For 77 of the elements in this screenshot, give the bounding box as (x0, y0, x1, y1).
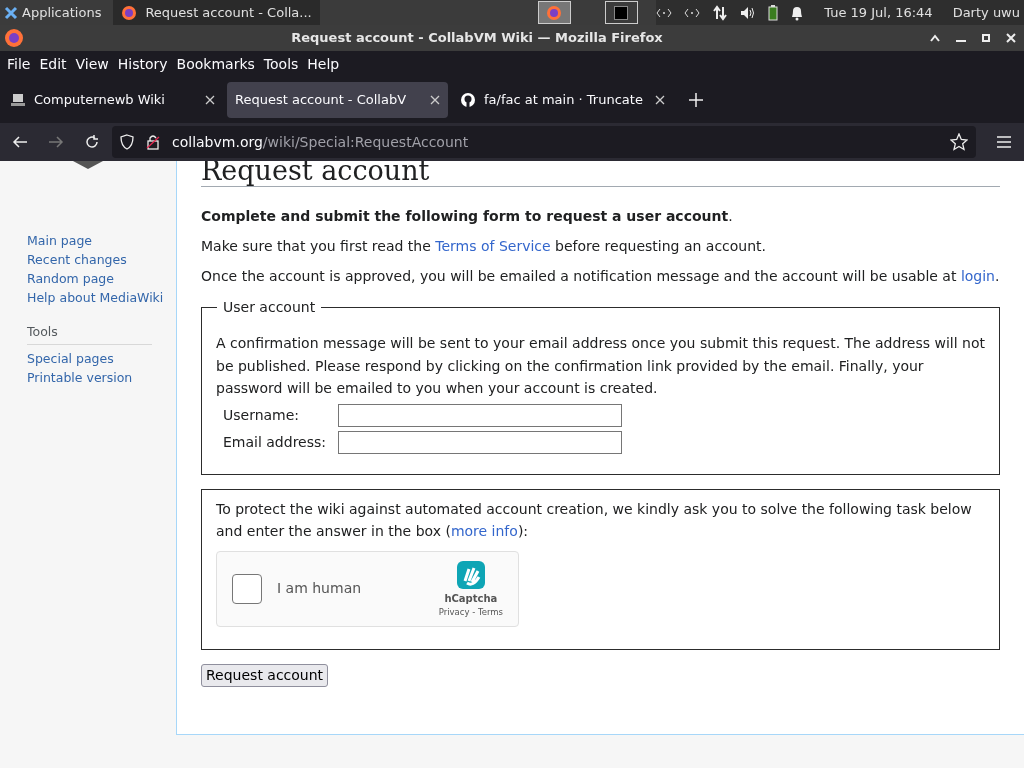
sidebar-link[interactable]: Main page (27, 233, 176, 249)
browser-tab[interactable]: fa/fac at main · Truncate (452, 82, 673, 118)
close-icon[interactable] (205, 95, 215, 105)
bell-icon[interactable] (790, 4, 805, 21)
chevron-up-icon[interactable] (930, 34, 940, 42)
login-link[interactable]: login (960, 268, 995, 284)
maximize-icon[interactable] (982, 34, 990, 42)
firefox-launcher[interactable] (537, 1, 571, 24)
paragraph-text: Make sure that you first read the Terms of Service before requesting an account. (201, 237, 768, 256)
reload-icon[interactable] (84, 134, 100, 150)
captcha-brand: hCaptcha (444, 591, 498, 606)
menu-item[interactable]: History (117, 53, 168, 75)
browser-tab[interactable]: Computernewb Wiki (2, 82, 223, 118)
menu-item[interactable]: Bookmarks (176, 53, 255, 75)
sidebar-link[interactable]: Special pages (27, 351, 176, 367)
paragraph-text: Once the account is approved, you will be emailed a notification message and the account will be usable at login. (201, 267, 1000, 286)
sidebar-link[interactable]: Printable version (27, 370, 176, 386)
hand-logo-icon (454, 558, 487, 591)
clock[interactable]: Tue 19 Jul, 16:44 (824, 2, 933, 23)
text-field[interactable] (338, 403, 622, 427)
shield-icon[interactable] (120, 134, 134, 150)
separator-text: - (471, 606, 477, 617)
computer-icon (10, 92, 26, 108)
more-info-link[interactable]: more info (450, 523, 518, 539)
network-icon[interactable] (656, 7, 673, 18)
close-icon[interactable] (655, 95, 665, 105)
new-tab-icon[interactable] (689, 93, 703, 107)
forward-icon[interactable] (48, 135, 64, 149)
terms-link[interactable]: Terms (477, 606, 503, 617)
back-icon[interactable] (12, 135, 28, 149)
terminal-launcher[interactable] (604, 1, 638, 24)
captcha-label: I am human (277, 579, 363, 598)
sidebar-link[interactable]: Help about MediaWiki (27, 290, 176, 306)
menu-item[interactable]: View (75, 53, 109, 75)
terms-link[interactable]: Terms of Service (435, 238, 551, 254)
window-title: Request account - CollabVM Wiki — Mozilla Firefox (290, 29, 664, 48)
bookmark-star-icon[interactable] (950, 133, 968, 151)
address-bar[interactable]: collabvm.org/wiki/Special:RequestAccount (112, 126, 976, 158)
menu-item[interactable]: Tools (263, 53, 299, 75)
menu-item[interactable]: Edit (39, 53, 67, 75)
menu-icon[interactable] (996, 136, 1012, 148)
lock-icon[interactable] (146, 134, 160, 150)
lead-text: Complete and submit the following form to request a user account. (201, 207, 734, 226)
fieldset-legend: User account (217, 297, 322, 318)
close-icon[interactable] (430, 95, 440, 105)
octocat-icon (460, 92, 476, 108)
volume-icon[interactable] (740, 5, 757, 20)
field-label: Username: (223, 405, 301, 425)
tab-title: Computernewb Wiki (34, 91, 166, 110)
captcha-checkbox[interactable] (232, 573, 262, 604)
browser-tab[interactable]: Request account - CollabV (227, 82, 448, 118)
taskbar-window-button[interactable]: Request account - Colla... (113, 0, 320, 25)
text-field[interactable] (338, 430, 622, 454)
request-account-button[interactable]: Request account (201, 663, 329, 687)
firefox-icon (4, 28, 24, 48)
privacy-link[interactable]: Privacy (438, 606, 470, 617)
sidebar-link[interactable]: Random page (27, 271, 176, 287)
sidebar-link[interactable]: Recent changes (27, 252, 176, 268)
battery-icon[interactable] (768, 4, 779, 21)
fieldset-text: A confirmation message will be sent to your email address once you submit this request. The address will not be published. Please respond by clicking on the confirmation link provided by the email. Finally, your password will be emailed to you when your account is created. (216, 334, 985, 398)
user-name[interactable]: Darty uwu (952, 2, 1020, 23)
terminal-icon (614, 5, 629, 20)
field-label: Email address: (223, 432, 327, 452)
x-logo-icon (4, 5, 18, 20)
paragraph-text: To protect the wiki against automated account creation, we kindly ask you to solve the following task below and enter the answer in the box (more info): (216, 499, 973, 541)
url-text: collabvm.org/wiki/Special:RequestAccount (172, 132, 470, 152)
network-icon[interactable] (684, 7, 701, 18)
firefox-icon (546, 4, 563, 21)
transfer-icon[interactable] (712, 4, 729, 21)
tab-title: Request account - CollabV (235, 91, 408, 110)
applications-menu[interactable]: Applications (22, 2, 102, 23)
sidebar-heading: Tools (27, 324, 152, 345)
firefox-icon (121, 4, 138, 21)
page-title: Request account (201, 161, 1000, 187)
tab-title: fa/fac at main · Truncate (484, 91, 644, 110)
menu-item[interactable]: File (7, 53, 31, 75)
menu-item[interactable]: Help (307, 53, 340, 75)
